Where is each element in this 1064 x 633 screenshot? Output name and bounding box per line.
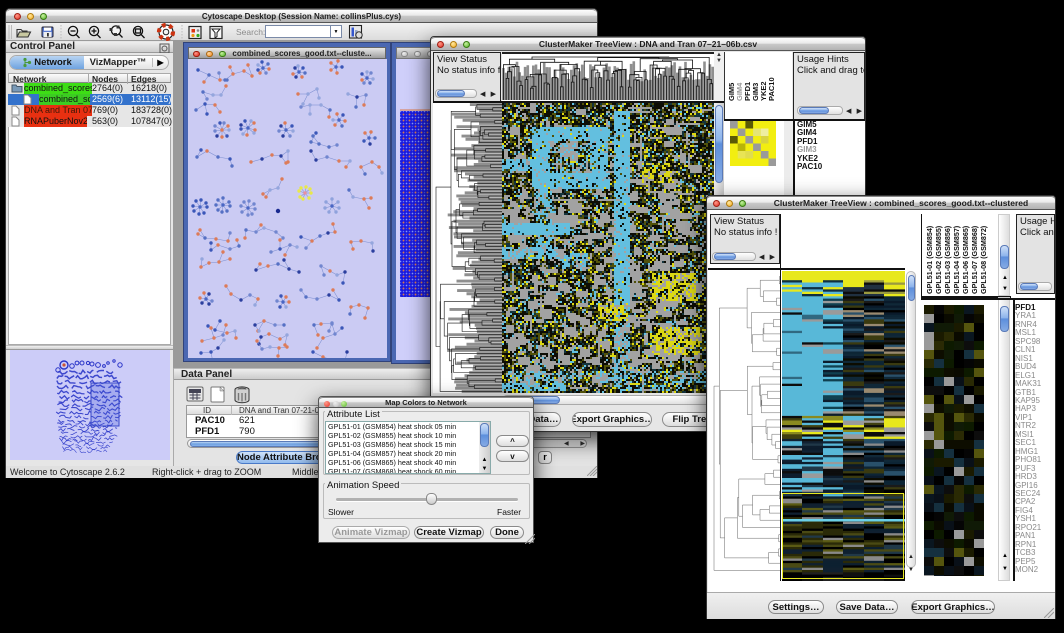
svg-text:GPL51-04 (GSM857): GPL51-04 (GSM857) [952, 225, 961, 294]
svg-text:GPL51-03 (GSM856): GPL51-03 (GSM856) [943, 225, 952, 294]
svg-text:GPL51-08 (GSM872): GPL51-08 (GSM872) [979, 225, 988, 294]
svg-text:GPL51-06 (GSM865): GPL51-06 (GSM865) [961, 225, 970, 294]
svg-text:GPL51-07 (GSM868): GPL51-07 (GSM868) [970, 225, 979, 294]
svg-text:PAC10: PAC10 [767, 77, 776, 101]
svg-text:GPL51-02 (GSM855): GPL51-02 (GSM855) [934, 225, 943, 294]
svg-text:Search:: Search: [236, 27, 265, 37]
svg-text:GPL51-01 (GSM854): GPL51-01 (GSM854) [925, 225, 934, 294]
